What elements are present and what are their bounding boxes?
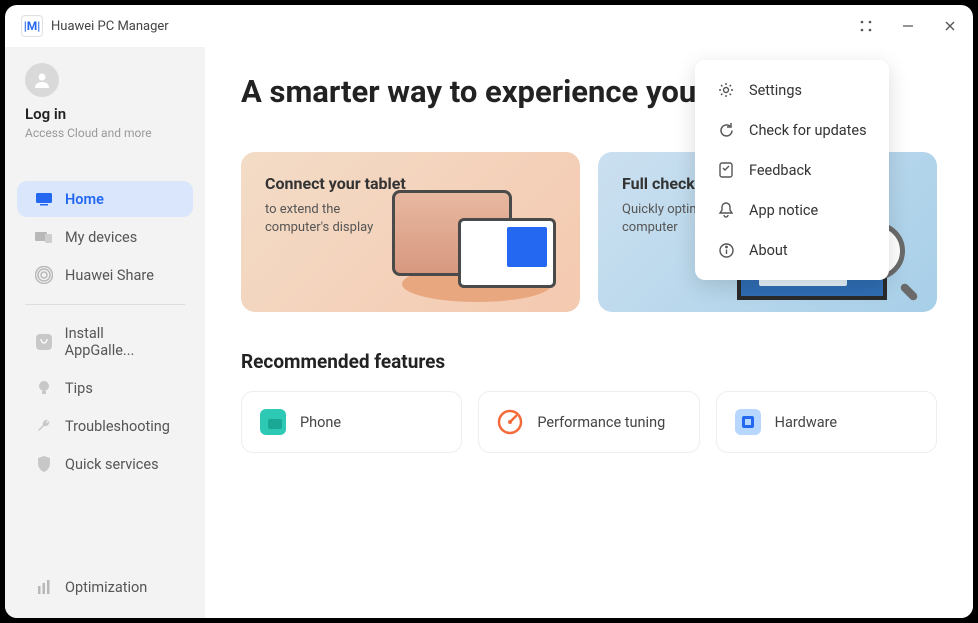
menu-item-notice[interactable]: App notice: [695, 190, 889, 230]
menu-label: About: [749, 242, 788, 259]
card-connect-tablet[interactable]: Connect your tablet to extend the comput…: [241, 152, 580, 312]
profile-block[interactable]: Log in Access Cloud and more: [5, 59, 205, 152]
sidebar-item-appgallery[interactable]: Install AppGalle...: [17, 316, 193, 368]
menu-label: Settings: [749, 82, 802, 99]
bell-icon: [717, 201, 735, 219]
rec-card-phone[interactable]: Phone: [241, 391, 462, 453]
app-window: |M| Huawei PC Manager Log in Access Clou…: [5, 5, 973, 618]
app-logo-icon: |M|: [21, 15, 43, 37]
app-title: Huawei PC Manager: [51, 19, 169, 34]
menu-item-feedback[interactable]: Feedback: [695, 150, 889, 190]
login-sub: Access Cloud and more: [25, 126, 185, 140]
appgallery-icon: [35, 333, 53, 351]
shield-icon: [35, 455, 53, 473]
sidebar-item-home[interactable]: Home: [17, 181, 193, 217]
rec-label: Phone: [300, 414, 341, 431]
menu-label: Check for updates: [749, 122, 867, 139]
tablet-illustration: [392, 172, 562, 302]
nav-separator: [25, 304, 185, 305]
sidebar-item-troubleshooting[interactable]: Troubleshooting: [17, 408, 193, 444]
titlebar-right: [859, 19, 957, 33]
wrench-icon: [35, 417, 53, 435]
devices-icon: [35, 228, 53, 246]
info-icon: [717, 241, 735, 259]
login-label: Log in: [25, 105, 185, 123]
home-icon: [35, 190, 53, 208]
card-sub: to extend the computer's display: [265, 201, 405, 237]
titlebar: |M| Huawei PC Manager: [5, 5, 973, 47]
avatar-icon: [25, 63, 59, 97]
sidebar-item-share[interactable]: Huawei Share: [17, 257, 193, 293]
rec-label: Performance tuning: [537, 414, 665, 431]
menu-item-updates[interactable]: Check for updates: [695, 110, 889, 150]
rec-card-performance[interactable]: Performance tuning: [478, 391, 699, 453]
share-icon: [35, 266, 53, 284]
section-title: Recommended features: [241, 350, 937, 373]
sidebar-item-label: My devices: [65, 229, 137, 246]
menu-label: Feedback: [749, 162, 811, 179]
sidebar-item-label: Troubleshooting: [65, 418, 170, 435]
menu-label: App notice: [749, 202, 818, 219]
menu-item-about[interactable]: About: [695, 230, 889, 270]
sidebar-item-label: Tips: [65, 380, 93, 397]
menu-item-settings[interactable]: Settings: [695, 70, 889, 110]
sidebar: Log in Access Cloud and more Home My dev…: [5, 47, 205, 618]
sidebar-item-optimization[interactable]: Optimization: [17, 569, 193, 605]
close-button[interactable]: [943, 19, 957, 33]
sidebar-item-label: Home: [65, 191, 104, 208]
sidebar-item-devices[interactable]: My devices: [17, 219, 193, 255]
sidebar-item-quick-services[interactable]: Quick services: [17, 446, 193, 482]
recommended-row: Phone Performance tuning Hardware: [241, 391, 937, 453]
sidebar-item-label: Optimization: [65, 579, 147, 596]
sidebar-item-label: Quick services: [65, 456, 159, 473]
gear-icon: [717, 81, 735, 99]
sidebar-item-tips[interactable]: Tips: [17, 370, 193, 406]
more-menu-button[interactable]: [859, 19, 873, 33]
phone-icon: [260, 409, 286, 435]
hardware-icon: [735, 409, 761, 435]
tips-icon: [35, 379, 53, 397]
optimization-icon: [35, 578, 53, 596]
performance-icon: [497, 409, 523, 435]
sidebar-item-label: Huawei Share: [65, 267, 154, 284]
more-dropdown: Settings Check for updates Feedback App …: [695, 60, 889, 280]
minimize-button[interactable]: [901, 19, 915, 33]
sidebar-item-label: Install AppGalle...: [65, 325, 175, 359]
refresh-icon: [717, 121, 735, 139]
rec-label: Hardware: [775, 414, 837, 431]
titlebar-left: |M| Huawei PC Manager: [21, 15, 169, 37]
feedback-icon: [717, 161, 735, 179]
rec-card-hardware[interactable]: Hardware: [716, 391, 937, 453]
